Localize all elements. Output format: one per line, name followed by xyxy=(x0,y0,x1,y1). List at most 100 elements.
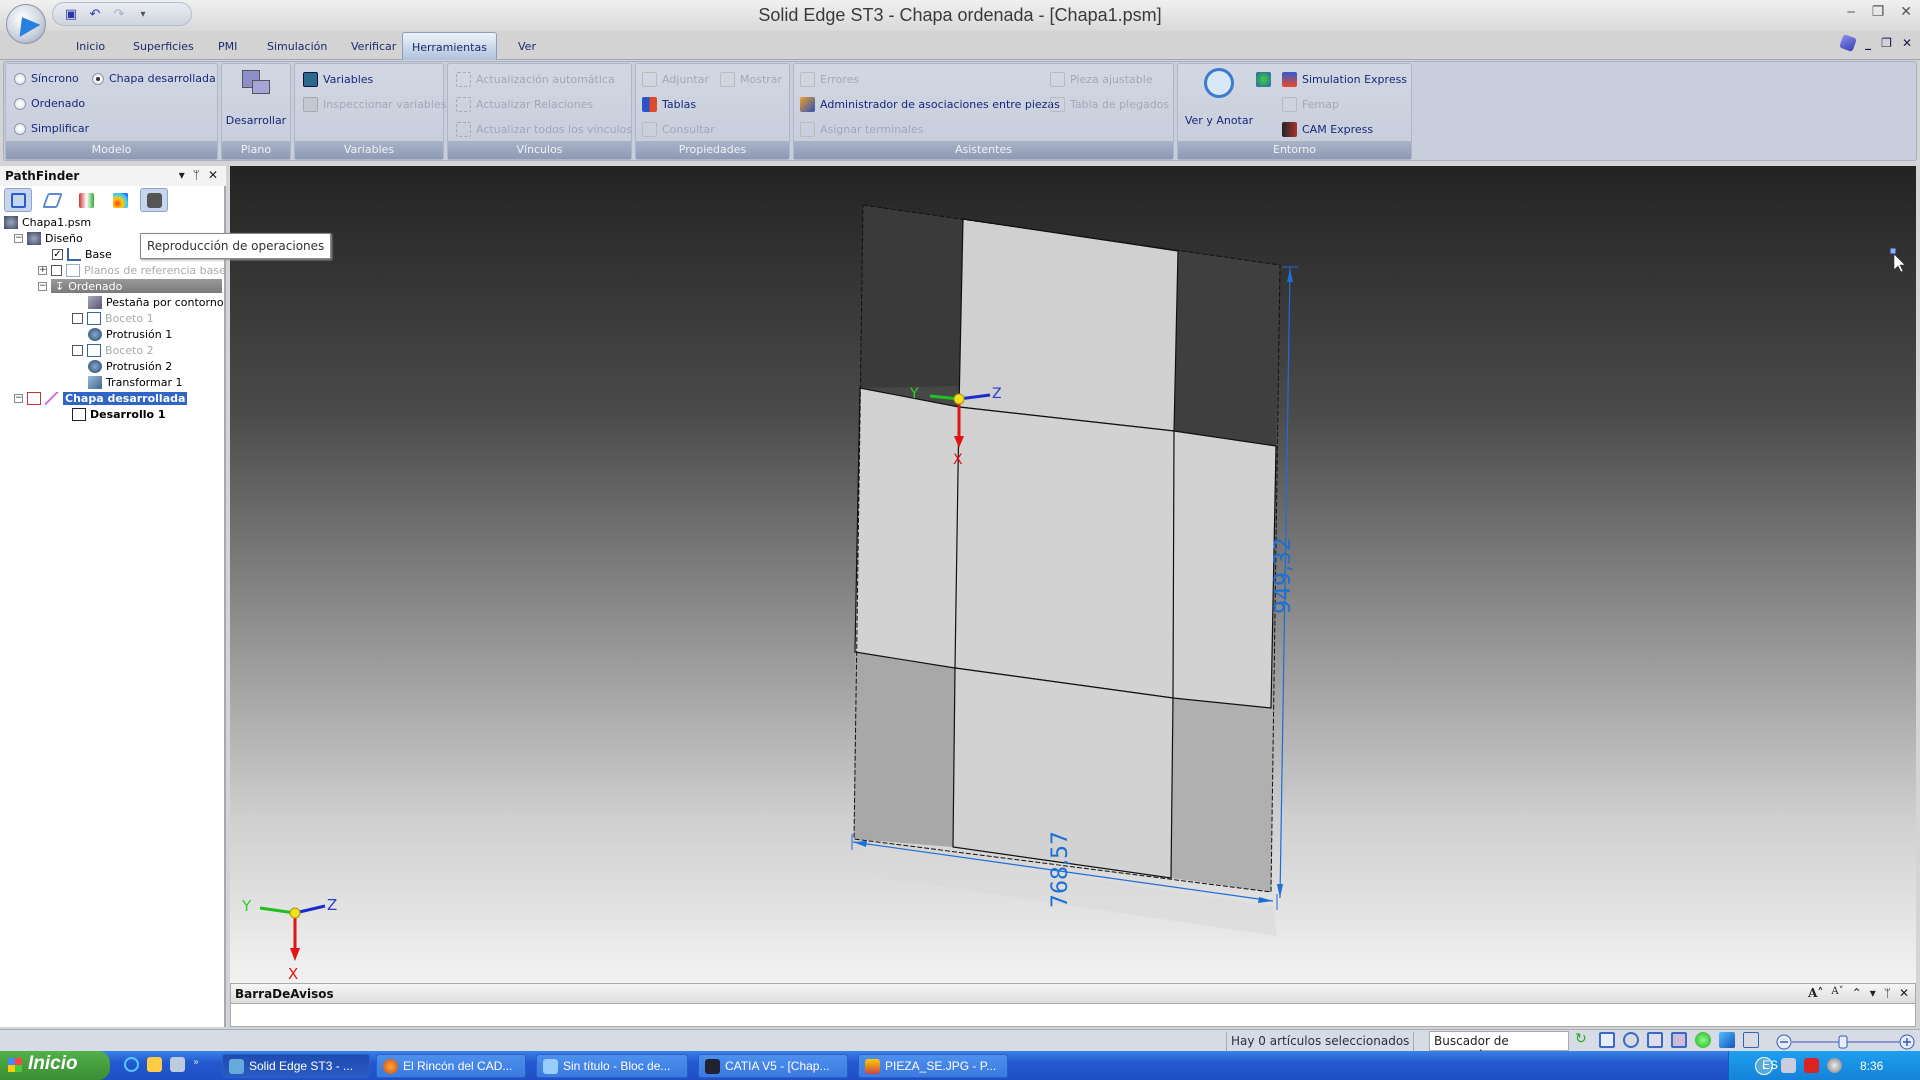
network-icon[interactable] xyxy=(1781,1058,1796,1073)
actualizar-relaciones-button[interactable]: Actualizar Relaciones xyxy=(456,97,593,112)
variables-button[interactable]: Variables xyxy=(303,72,373,87)
taskbar-item-firefox[interactable]: El Rincón del CAD... xyxy=(376,1054,526,1078)
tree-node[interactable]: Pestaña por contorno xyxy=(88,294,224,310)
language-indicator[interactable]: ES xyxy=(1762,1058,1778,1072)
administrador-asociaciones-button[interactable]: Administrador de asociaciones entre piez… xyxy=(800,97,1060,112)
tab-superficies[interactable]: Superficies xyxy=(124,36,203,60)
close-button[interactable]: ✕ xyxy=(1900,4,1912,20)
close-icon[interactable]: ✕ xyxy=(208,168,218,182)
ver-anotar-button[interactable]: Ver y Anotar xyxy=(1180,68,1258,127)
dropdown-icon[interactable]: ▾ xyxy=(1870,986,1876,1000)
feature-tree-tab[interactable] xyxy=(4,188,32,212)
tree-node[interactable]: Boceto 1 xyxy=(72,310,154,326)
mostrar-button[interactable]: Mostrar xyxy=(720,72,782,87)
tab-ver[interactable]: Ver xyxy=(509,36,545,60)
tabla-plegados-button[interactable]: Tabla de plegados xyxy=(1050,97,1169,112)
tree-node[interactable]: ✓ Base xyxy=(52,246,112,262)
errores-button[interactable]: Errores xyxy=(800,72,859,87)
antivirus-icon[interactable] xyxy=(1804,1058,1819,1073)
tree-node[interactable]: Protrusión 1 xyxy=(88,326,172,342)
checkbox[interactable] xyxy=(51,264,62,276)
doc-restore-button[interactable]: ❐ xyxy=(1881,36,1892,50)
taskbar-item-solid-edge[interactable]: Solid Edge ST3 - ... xyxy=(222,1054,370,1078)
sensors-tab[interactable] xyxy=(72,188,100,212)
checkbox[interactable] xyxy=(72,312,83,324)
collapse-up-icon[interactable]: ⌃ xyxy=(1852,986,1862,1000)
environment-icon[interactable] xyxy=(1256,72,1271,87)
pin-icon[interactable]: ᛘ xyxy=(193,168,200,182)
consultar-button[interactable]: Consultar xyxy=(642,122,715,137)
command-finder-input[interactable]: Buscador de comando: xyxy=(1429,1031,1569,1062)
customize-qat-icon[interactable]: ▾ xyxy=(135,6,151,22)
3d-viewport[interactable]: 768,57 949,32 Y Z X Y Z X xyxy=(230,166,1916,984)
tab-verificar[interactable]: Verificar xyxy=(342,36,405,60)
zoom-icon[interactable] xyxy=(1623,1032,1639,1048)
pieza-ajustable-button[interactable]: Pieza ajustable xyxy=(1050,72,1153,87)
desarrollar-button[interactable]: Desarrollar xyxy=(222,68,290,127)
application-button[interactable] xyxy=(6,4,46,44)
actualizacion-automatica-button[interactable]: Actualización automática xyxy=(456,72,615,87)
checkbox[interactable] xyxy=(72,344,83,356)
tree-node[interactable]: − Chapa desarrollada xyxy=(14,390,188,406)
radio-simplificar[interactable]: Simplificar xyxy=(14,122,89,135)
collapse-icon[interactable]: − xyxy=(38,281,47,291)
tree-node[interactable]: − ↧ Ordenado xyxy=(38,278,222,294)
clock[interactable]: 8:36 xyxy=(1860,1059,1883,1073)
zoom-area-icon[interactable] xyxy=(1599,1032,1615,1048)
tree-node[interactable]: + Planos de referencia base xyxy=(38,262,226,278)
folder-icon[interactable] xyxy=(147,1057,162,1072)
inspeccionar-variables-button[interactable]: Inspeccionar variables xyxy=(303,97,446,112)
rotate-icon[interactable] xyxy=(1695,1032,1711,1048)
close-icon[interactable]: ✕ xyxy=(1899,986,1909,1000)
tree-node[interactable]: Chapa1.psm xyxy=(4,214,91,230)
tab-simulacion[interactable]: Simulación xyxy=(258,36,336,60)
pan-icon[interactable] xyxy=(1671,1032,1687,1048)
radio-chapa-desarrollada[interactable]: Chapa desarrollada xyxy=(92,72,216,85)
tree-node[interactable]: − Diseño xyxy=(14,230,83,246)
internet-explorer-icon[interactable] xyxy=(124,1057,139,1072)
tablas-button[interactable]: Tablas xyxy=(642,97,696,112)
actualizar-vinculos-button[interactable]: Actualizar todos los vínculos xyxy=(456,122,632,137)
analysis-tab[interactable] xyxy=(106,188,134,212)
adjuntar-button[interactable]: Adjuntar xyxy=(642,72,709,87)
minimize-button[interactable]: ‒ xyxy=(1847,4,1856,20)
tree-node[interactable]: Protrusión 2 xyxy=(88,358,172,374)
tab-inicio[interactable]: Inicio xyxy=(67,36,114,60)
feature-playback-tab[interactable] xyxy=(140,188,168,212)
radio-sincrono[interactable]: Síncrono xyxy=(14,72,79,85)
tree-node[interactable]: Desarrollo 1 xyxy=(72,406,166,422)
font-decrease-icon[interactable]: A˅ xyxy=(1831,986,1843,1000)
view-cube-icon[interactable] xyxy=(1719,1032,1735,1048)
taskbar-item-paint[interactable]: PIEZA_SE.JPG - P... xyxy=(858,1054,1008,1078)
font-increase-icon[interactable]: A˄ xyxy=(1808,986,1823,1000)
checkbox-checked[interactable]: ✓ xyxy=(52,248,63,260)
simulation-express-button[interactable]: Simulation Express xyxy=(1282,72,1407,87)
doc-minimize-button[interactable]: _ xyxy=(1865,36,1871,50)
redo-view-icon[interactable]: ↻ xyxy=(1575,1032,1591,1048)
doc-close-button[interactable]: ✕ xyxy=(1902,36,1912,50)
layers-tab[interactable] xyxy=(38,188,66,212)
start-button[interactable]: Inicio xyxy=(0,1051,110,1080)
collapse-icon[interactable]: − xyxy=(14,233,23,243)
restore-button[interactable]: ❐ xyxy=(1872,4,1885,20)
undo-icon[interactable]: ↶ xyxy=(87,6,103,22)
taskbar-item-catia[interactable]: CATIA V5 - [Chap... xyxy=(698,1054,848,1078)
cam-express-button[interactable]: CAM Express xyxy=(1282,122,1373,137)
zoom-slider[interactable] xyxy=(1776,1034,1916,1050)
pin-icon[interactable]: ᛘ xyxy=(1884,986,1891,1000)
asignar-terminales-button[interactable]: Asignar terminales xyxy=(800,122,923,137)
help-book-icon[interactable] xyxy=(1839,34,1858,52)
collapse-icon[interactable]: − xyxy=(14,393,23,403)
taskbar-item-notepad[interactable]: Sin título - Bloc de... xyxy=(536,1054,688,1078)
tab-pmi[interactable]: PMI xyxy=(209,36,246,60)
expand-icon[interactable]: + xyxy=(38,265,47,275)
redo-icon[interactable]: ↷ xyxy=(111,6,127,22)
volume-icon[interactable] xyxy=(1827,1058,1842,1073)
save-icon[interactable]: ▣ xyxy=(63,6,79,22)
fit-icon[interactable] xyxy=(1647,1032,1663,1048)
tab-herramientas[interactable]: Herramientas xyxy=(402,32,497,60)
femap-button[interactable]: Femap xyxy=(1282,97,1339,112)
dropdown-icon[interactable]: ▾ xyxy=(179,168,185,182)
sketch-view-icon[interactable] xyxy=(1743,1032,1759,1048)
radio-ordenado[interactable]: Ordenado xyxy=(14,97,85,110)
